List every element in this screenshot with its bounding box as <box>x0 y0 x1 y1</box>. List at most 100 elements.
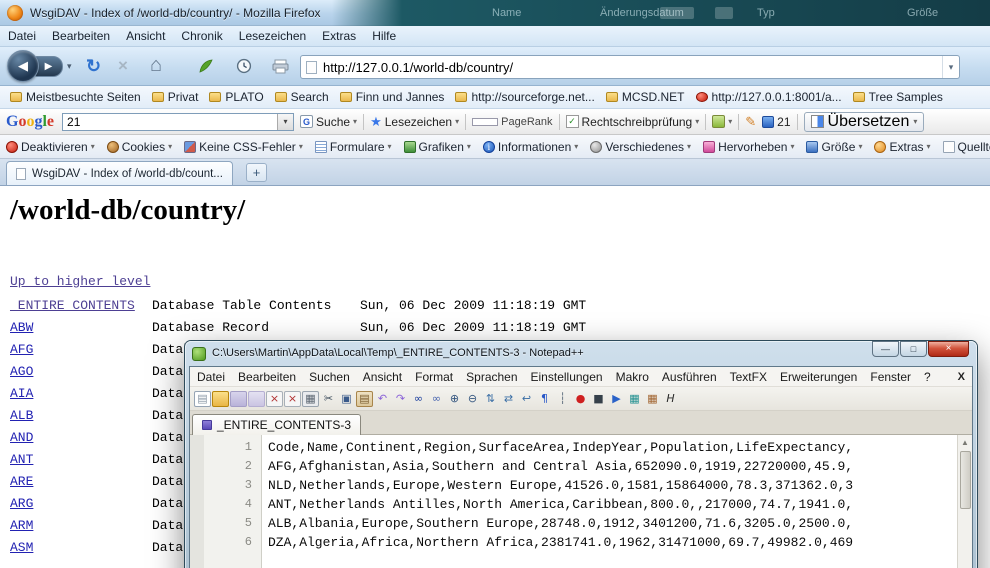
resource-link[interactable]: AGO <box>10 361 152 383</box>
feed-quill-icon[interactable] <box>198 58 214 79</box>
replace-icon[interactable]: ∞ <box>428 391 445 407</box>
resource-link[interactable]: ASM <box>10 537 152 559</box>
doc-close-button[interactable]: X <box>958 371 965 383</box>
sync-horizontal-icon[interactable]: ⇄ <box>500 391 517 407</box>
resource-link[interactable]: ABW <box>10 317 152 339</box>
bookmark-item[interactable]: Tree Samples <box>853 90 943 104</box>
webdev-menu-item[interactable]: Hervorheben ▾ <box>703 140 794 154</box>
resource-link[interactable]: AND <box>10 427 152 449</box>
vertical-scrollbar[interactable]: ▲ <box>957 435 972 568</box>
resource-link[interactable]: AIA <box>10 383 152 405</box>
url-dropdown-icon[interactable]: ▾ <box>942 56 959 78</box>
stop-icon[interactable]: × <box>118 56 128 76</box>
webdev-menu-item[interactable]: Quelltext ▾ <box>943 140 990 154</box>
sync-vertical-icon[interactable]: ⇅ <box>482 391 499 407</box>
close-all-docs-icon[interactable]: × <box>284 391 301 407</box>
tab-wsgidav[interactable]: WsgiDAV - Index of /world-db/count... <box>6 161 233 185</box>
pagerank-indicator[interactable]: PageRank <box>472 116 552 128</box>
history-clock-icon[interactable] <box>236 58 252 79</box>
zoom-in-icon[interactable]: ⊕ <box>446 391 463 407</box>
menu-item[interactable]: Datei <box>197 370 225 384</box>
find-icon[interactable]: ∞ <box>410 391 427 407</box>
macro-record-icon[interactable]: ● <box>572 391 589 407</box>
menu-item[interactable]: Fenster <box>870 370 911 384</box>
bookmark-item[interactable]: Privat <box>152 90 199 104</box>
resource-link[interactable]: ARG <box>10 493 152 515</box>
menu-item[interactable]: Bearbeiten <box>52 29 110 43</box>
bookmark-item[interactable]: MCSD.NET <box>606 90 685 104</box>
resource-link[interactable]: ARE <box>10 471 152 493</box>
zoom-out-icon[interactable]: ⊖ <box>464 391 481 407</box>
paste-icon[interactable]: ▤ <box>356 391 373 407</box>
show-symbols-icon[interactable]: ¶ <box>536 391 553 407</box>
save-icon[interactable] <box>230 391 247 407</box>
menu-item[interactable]: Einstellungen <box>531 370 603 384</box>
menu-item[interactable]: Chronik <box>181 29 222 43</box>
doc-monitor-icon[interactable]: ▦ <box>644 391 661 407</box>
copy-icon[interactable]: ▣ <box>338 391 355 407</box>
sidewiki-button[interactable]: ▾ <box>712 115 732 128</box>
spellcheck-button[interactable]: ✓ Rechtschreibprüfung ▾ <box>566 115 700 129</box>
text-area[interactable]: Code,Name,Continent,Region,SurfaceArea,I… <box>262 435 957 568</box>
new-tab-button[interactable]: + <box>246 163 267 182</box>
search-dropdown-icon[interactable]: ▾ <box>277 114 293 130</box>
menu-item[interactable]: Lesezeichen <box>239 29 306 43</box>
maximize-button[interactable]: □ <box>900 341 927 357</box>
google-search-button[interactable]: G Suche ▾ <box>300 115 357 129</box>
menu-item[interactable]: Sprachen <box>466 370 517 384</box>
translate-button[interactable]: Übersetzen ▾ <box>804 112 925 132</box>
close-doc-icon[interactable]: × <box>266 391 283 407</box>
reload-icon[interactable]: ↻ <box>86 56 101 77</box>
new-file-icon[interactable]: ▤ <box>194 391 211 407</box>
bookmark-item[interactable]: Meistbesuchte Seiten <box>10 90 141 104</box>
webdev-menu-item[interactable]: Größe ▾ <box>806 140 862 154</box>
resource-link[interactable]: ANT <box>10 449 152 471</box>
webdev-menu-item[interactable]: Grafiken ▾ <box>404 140 471 154</box>
menu-item[interactable]: Makro <box>616 370 649 384</box>
menu-item[interactable]: Ansicht <box>126 29 165 43</box>
macro-stop-icon[interactable]: ■ <box>590 391 607 407</box>
close-button[interactable]: × <box>928 341 969 357</box>
menu-item[interactable]: Ausführen <box>662 370 717 384</box>
webdev-menu-item[interactable]: Deaktivieren ▾ <box>6 140 95 154</box>
macro-play-icon[interactable]: ▶ <box>608 391 625 407</box>
webdev-menu-item[interactable]: Formulare ▾ <box>315 140 392 154</box>
word-wrap-icon[interactable]: ↩ <box>518 391 535 407</box>
notepadpp-titlebar[interactable]: C:\Users\Martin\AppData\Local\Temp\_ENTI… <box>189 341 973 366</box>
resource-link[interactable]: ALB <box>10 405 152 427</box>
minimize-button[interactable]: — <box>872 341 899 357</box>
back-button[interactable]: ◀ <box>7 50 39 82</box>
webdev-menu-item[interactable]: i Informationen ▾ <box>483 140 578 154</box>
cut-icon[interactable]: ✂ <box>320 391 337 407</box>
menu-item[interactable]: Erweiterungen <box>780 370 857 384</box>
redo-icon[interactable]: ↷ <box>392 391 409 407</box>
menu-item[interactable]: TextFX <box>730 370 767 384</box>
menu-item[interactable]: ? <box>924 370 931 384</box>
webdev-menu-item[interactable]: Verschiedenes ▾ <box>590 140 691 154</box>
resource-link[interactable]: _ENTIRE_CONTENTS <box>10 295 152 317</box>
menu-item[interactable]: Format <box>415 370 453 384</box>
print-icon[interactable] <box>272 59 289 79</box>
tab-entire-contents[interactable]: _ENTIRE_CONTENTS-3 <box>192 414 361 435</box>
google-bookmarks-button[interactable]: ★ Lesezeichen ▾ <box>370 114 459 130</box>
menu-item[interactable]: Datei <box>8 29 36 43</box>
open-folder-icon[interactable] <box>212 391 229 407</box>
counter-indicator[interactable]: 21 <box>762 115 790 129</box>
bookmark-item[interactable]: PLATO <box>209 90 263 104</box>
webdev-menu-item[interactable]: Keine CSS-Fehler ▾ <box>184 140 303 154</box>
scrollbar-thumb[interactable] <box>960 451 971 509</box>
save-all-icon[interactable] <box>248 391 265 407</box>
webdev-menu-item[interactable]: Cookies ▾ <box>107 140 172 154</box>
indent-guide-icon[interactable]: ┆ <box>554 391 571 407</box>
resource-link[interactable]: AFG <box>10 339 152 361</box>
google-search-box[interactable]: 21 ▾ <box>62 113 294 131</box>
menu-item[interactable]: Ansicht <box>363 370 402 384</box>
editor-area[interactable]: 123456 Code,Name,Continent,Region,Surfac… <box>190 435 972 568</box>
bookmark-item[interactable]: http://sourceforge.net... <box>455 90 594 104</box>
menu-item[interactable]: Extras <box>322 29 356 43</box>
scroll-up-icon[interactable]: ▲ <box>961 436 969 449</box>
bookmark-item[interactable]: Finn und Jannes <box>340 90 445 104</box>
bookmark-item[interactable]: http://127.0.0.1:8001/a... <box>696 90 842 104</box>
menu-item[interactable]: Suchen <box>309 370 350 384</box>
html-tag-icon[interactable]: H <box>662 391 679 407</box>
